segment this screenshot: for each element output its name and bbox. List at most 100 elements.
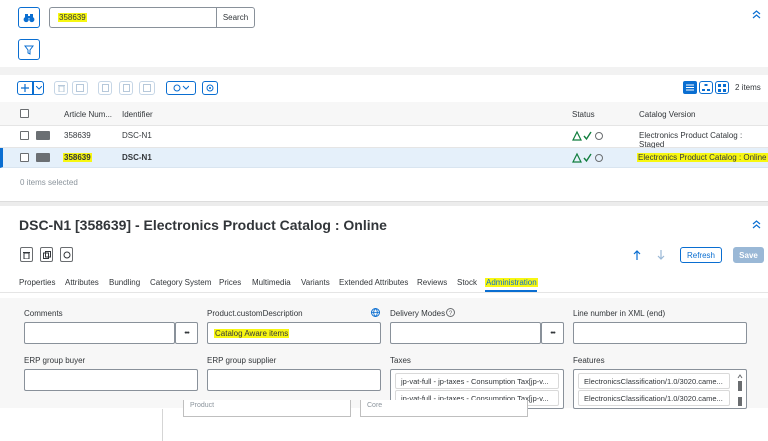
ghost-product-label: Product	[190, 402, 215, 409]
tab-multimedia[interactable]: Multimedia	[252, 278, 291, 287]
tab-administration[interactable]: Administration	[485, 278, 538, 287]
next-arrow-icon[interactable]	[657, 250, 665, 262]
row-article-number: 358639	[64, 131, 91, 140]
features-label: Features	[573, 356, 605, 365]
refresh-button-label: Refresh	[686, 250, 715, 260]
features-list[interactable]: ElectronicsClassification/1.0/3020.came.…	[573, 369, 747, 409]
export-button[interactable]	[98, 81, 112, 95]
warning-triangle-icon	[572, 130, 582, 141]
create-button[interactable]	[17, 81, 33, 95]
export-icon	[101, 84, 109, 92]
search-button-label: Search	[222, 13, 249, 22]
binoculars-icon	[23, 13, 35, 22]
compare-button[interactable]	[72, 81, 88, 95]
line-number-field[interactable]	[573, 322, 747, 344]
custom-description-label: Product.customDescription	[207, 309, 303, 318]
previous-arrow-icon[interactable]	[633, 250, 641, 262]
delivery-modes-more-button[interactable]: •••	[541, 322, 564, 344]
compare-icon	[76, 84, 84, 92]
collapse-search-icon[interactable]	[752, 10, 764, 22]
list-item[interactable]: ElectronicsClassification/1.0/3020.came.…	[578, 373, 730, 389]
status-icons	[572, 130, 606, 141]
erp-group-buyer-field[interactable]	[24, 369, 198, 391]
line-number-label: Line number in XML (end)	[573, 309, 666, 318]
panel-splitter[interactable]	[0, 201, 768, 206]
more-icon: •••	[550, 329, 555, 337]
erp-group-buyer-label: ERP group buyer	[24, 356, 86, 365]
list-view-button[interactable]	[683, 81, 697, 94]
taxes-label: Taxes	[390, 356, 411, 365]
header-catalog-version[interactable]: Catalog Version	[639, 110, 695, 119]
refresh-button[interactable]: Refresh	[680, 247, 722, 263]
collapse-editor-icon[interactable]	[752, 220, 764, 232]
list-icon	[686, 84, 694, 91]
editor-delete-button[interactable]	[20, 247, 33, 262]
ghost-product-field: Product	[183, 400, 351, 417]
tab-category-system[interactable]: Category System	[150, 278, 211, 287]
list-item[interactable]: ElectronicsClassification/1.0/3020.came.…	[578, 390, 730, 406]
tab-prices[interactable]: Prices	[219, 278, 241, 287]
filter-button[interactable]	[18, 39, 40, 60]
search-input[interactable]: 358639	[49, 7, 217, 28]
delivery-modes-label: Delivery Modes	[390, 309, 446, 318]
tab-bundling[interactable]: Bundling	[109, 278, 140, 287]
section-separator	[0, 67, 768, 75]
save-button[interactable]: Save	[733, 247, 764, 263]
editor-sync-button[interactable]	[60, 247, 73, 262]
bulk-edit-icon	[143, 84, 151, 92]
delete-button[interactable]	[54, 81, 68, 95]
row-checkbox[interactable]	[20, 153, 29, 162]
editor-clone-button[interactable]	[40, 247, 53, 262]
custom-description-value: Catalog Aware items	[214, 329, 290, 338]
tab-properties[interactable]: Properties	[19, 278, 55, 287]
grid-view-button[interactable]	[715, 81, 729, 94]
comments-field[interactable]	[24, 322, 175, 344]
editor-title: DSC-N1 [358639] - Electronics Product Ca…	[19, 217, 387, 233]
tax-item-label: jp-vat-full - jp-taxes - Consumption Tax…	[401, 377, 549, 386]
help-icon[interactable]: ?	[446, 308, 455, 319]
globe-icon[interactable]	[371, 308, 380, 319]
tab-stock[interactable]: Stock	[457, 278, 477, 287]
delivery-modes-field[interactable]	[390, 322, 541, 344]
ghost-core-field: Core	[360, 400, 528, 417]
tree-view-button[interactable]	[699, 81, 713, 94]
save-button-label: Save	[739, 250, 758, 260]
comments-label: Comments	[24, 309, 63, 318]
import-icon	[122, 84, 130, 92]
header-identifier[interactable]: Identifier	[122, 110, 153, 119]
bulk-edit-button[interactable]	[139, 81, 155, 95]
feature-item-label: ElectronicsClassification/1.0/3020.came.…	[584, 377, 723, 386]
header-status[interactable]: Status	[572, 110, 595, 119]
select-all-checkbox[interactable]	[20, 109, 29, 118]
trash-icon	[23, 251, 30, 259]
filter-icon	[24, 45, 34, 55]
erp-group-supplier-field[interactable]	[207, 369, 381, 391]
link-button[interactable]	[202, 81, 218, 95]
comments-more-button[interactable]: •••	[175, 322, 198, 344]
plus-icon	[21, 84, 29, 92]
check-icon	[583, 131, 592, 141]
feature-item-label: ElectronicsClassification/1.0/3020.came.…	[584, 394, 723, 403]
warning-triangle-icon	[572, 152, 582, 163]
search-button[interactable]: Search	[216, 7, 255, 28]
chevron-down-icon	[35, 86, 42, 90]
list-item[interactable]: jp-vat-full - jp-taxes - Consumption Tax…	[395, 373, 559, 389]
sync-icon	[173, 84, 189, 92]
custom-description-field[interactable]: Catalog Aware items	[207, 322, 381, 344]
tab-extended-attributes[interactable]: Extended Attributes	[339, 278, 408, 287]
header-article-number[interactable]: Article Num...	[64, 110, 112, 119]
create-dropdown-button[interactable]	[33, 81, 44, 95]
scrollbar[interactable]	[736, 374, 744, 406]
import-button[interactable]	[119, 81, 133, 95]
tab-variants[interactable]: Variants	[301, 278, 330, 287]
sync-dropdown-button[interactable]	[166, 81, 196, 95]
erp-group-supplier-label: ERP group supplier	[207, 356, 277, 365]
advanced-search-button[interactable]	[18, 7, 40, 28]
tab-reviews[interactable]: Reviews	[417, 278, 447, 287]
check-icon	[583, 153, 592, 163]
refresh-icon	[63, 251, 70, 258]
tab-attributes[interactable]: Attributes	[65, 278, 99, 287]
row-identifier: DSC-N1	[122, 153, 152, 162]
row-checkbox[interactable]	[20, 131, 29, 140]
grid-icon	[718, 83, 726, 92]
